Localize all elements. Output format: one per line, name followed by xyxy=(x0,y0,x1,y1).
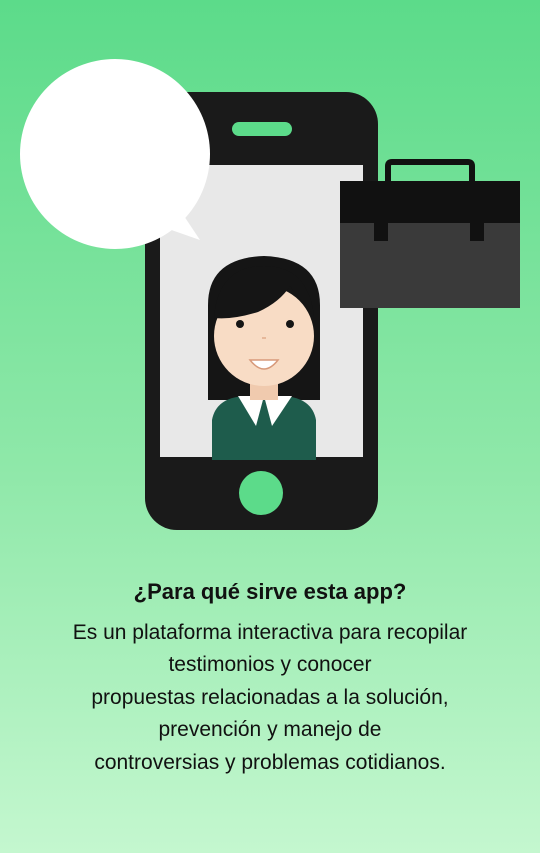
phone-home-button xyxy=(239,471,283,515)
section-title: ¿Para qué sirve esta app? xyxy=(133,579,407,604)
phone-speaker xyxy=(232,122,292,136)
description-line: propuestas relacionadas a la solución, xyxy=(91,685,449,709)
description-line: Es un plataforma interactiva para recopi… xyxy=(72,620,468,644)
speech-bubble-icon xyxy=(20,59,210,249)
info-section: ¿Para qué sirve esta app? Es un platafor… xyxy=(0,578,540,779)
section-description: Es un plataforma interactiva para recopi… xyxy=(0,617,540,780)
woman-avatar-icon xyxy=(208,256,320,460)
description-line: prevención y manejo de xyxy=(158,718,382,742)
hero-illustration xyxy=(20,59,520,530)
description-line: testimonios y conocer xyxy=(168,653,372,677)
description-line: controversias y problemas cotidianos. xyxy=(94,750,446,774)
briefcase-icon xyxy=(340,159,520,308)
